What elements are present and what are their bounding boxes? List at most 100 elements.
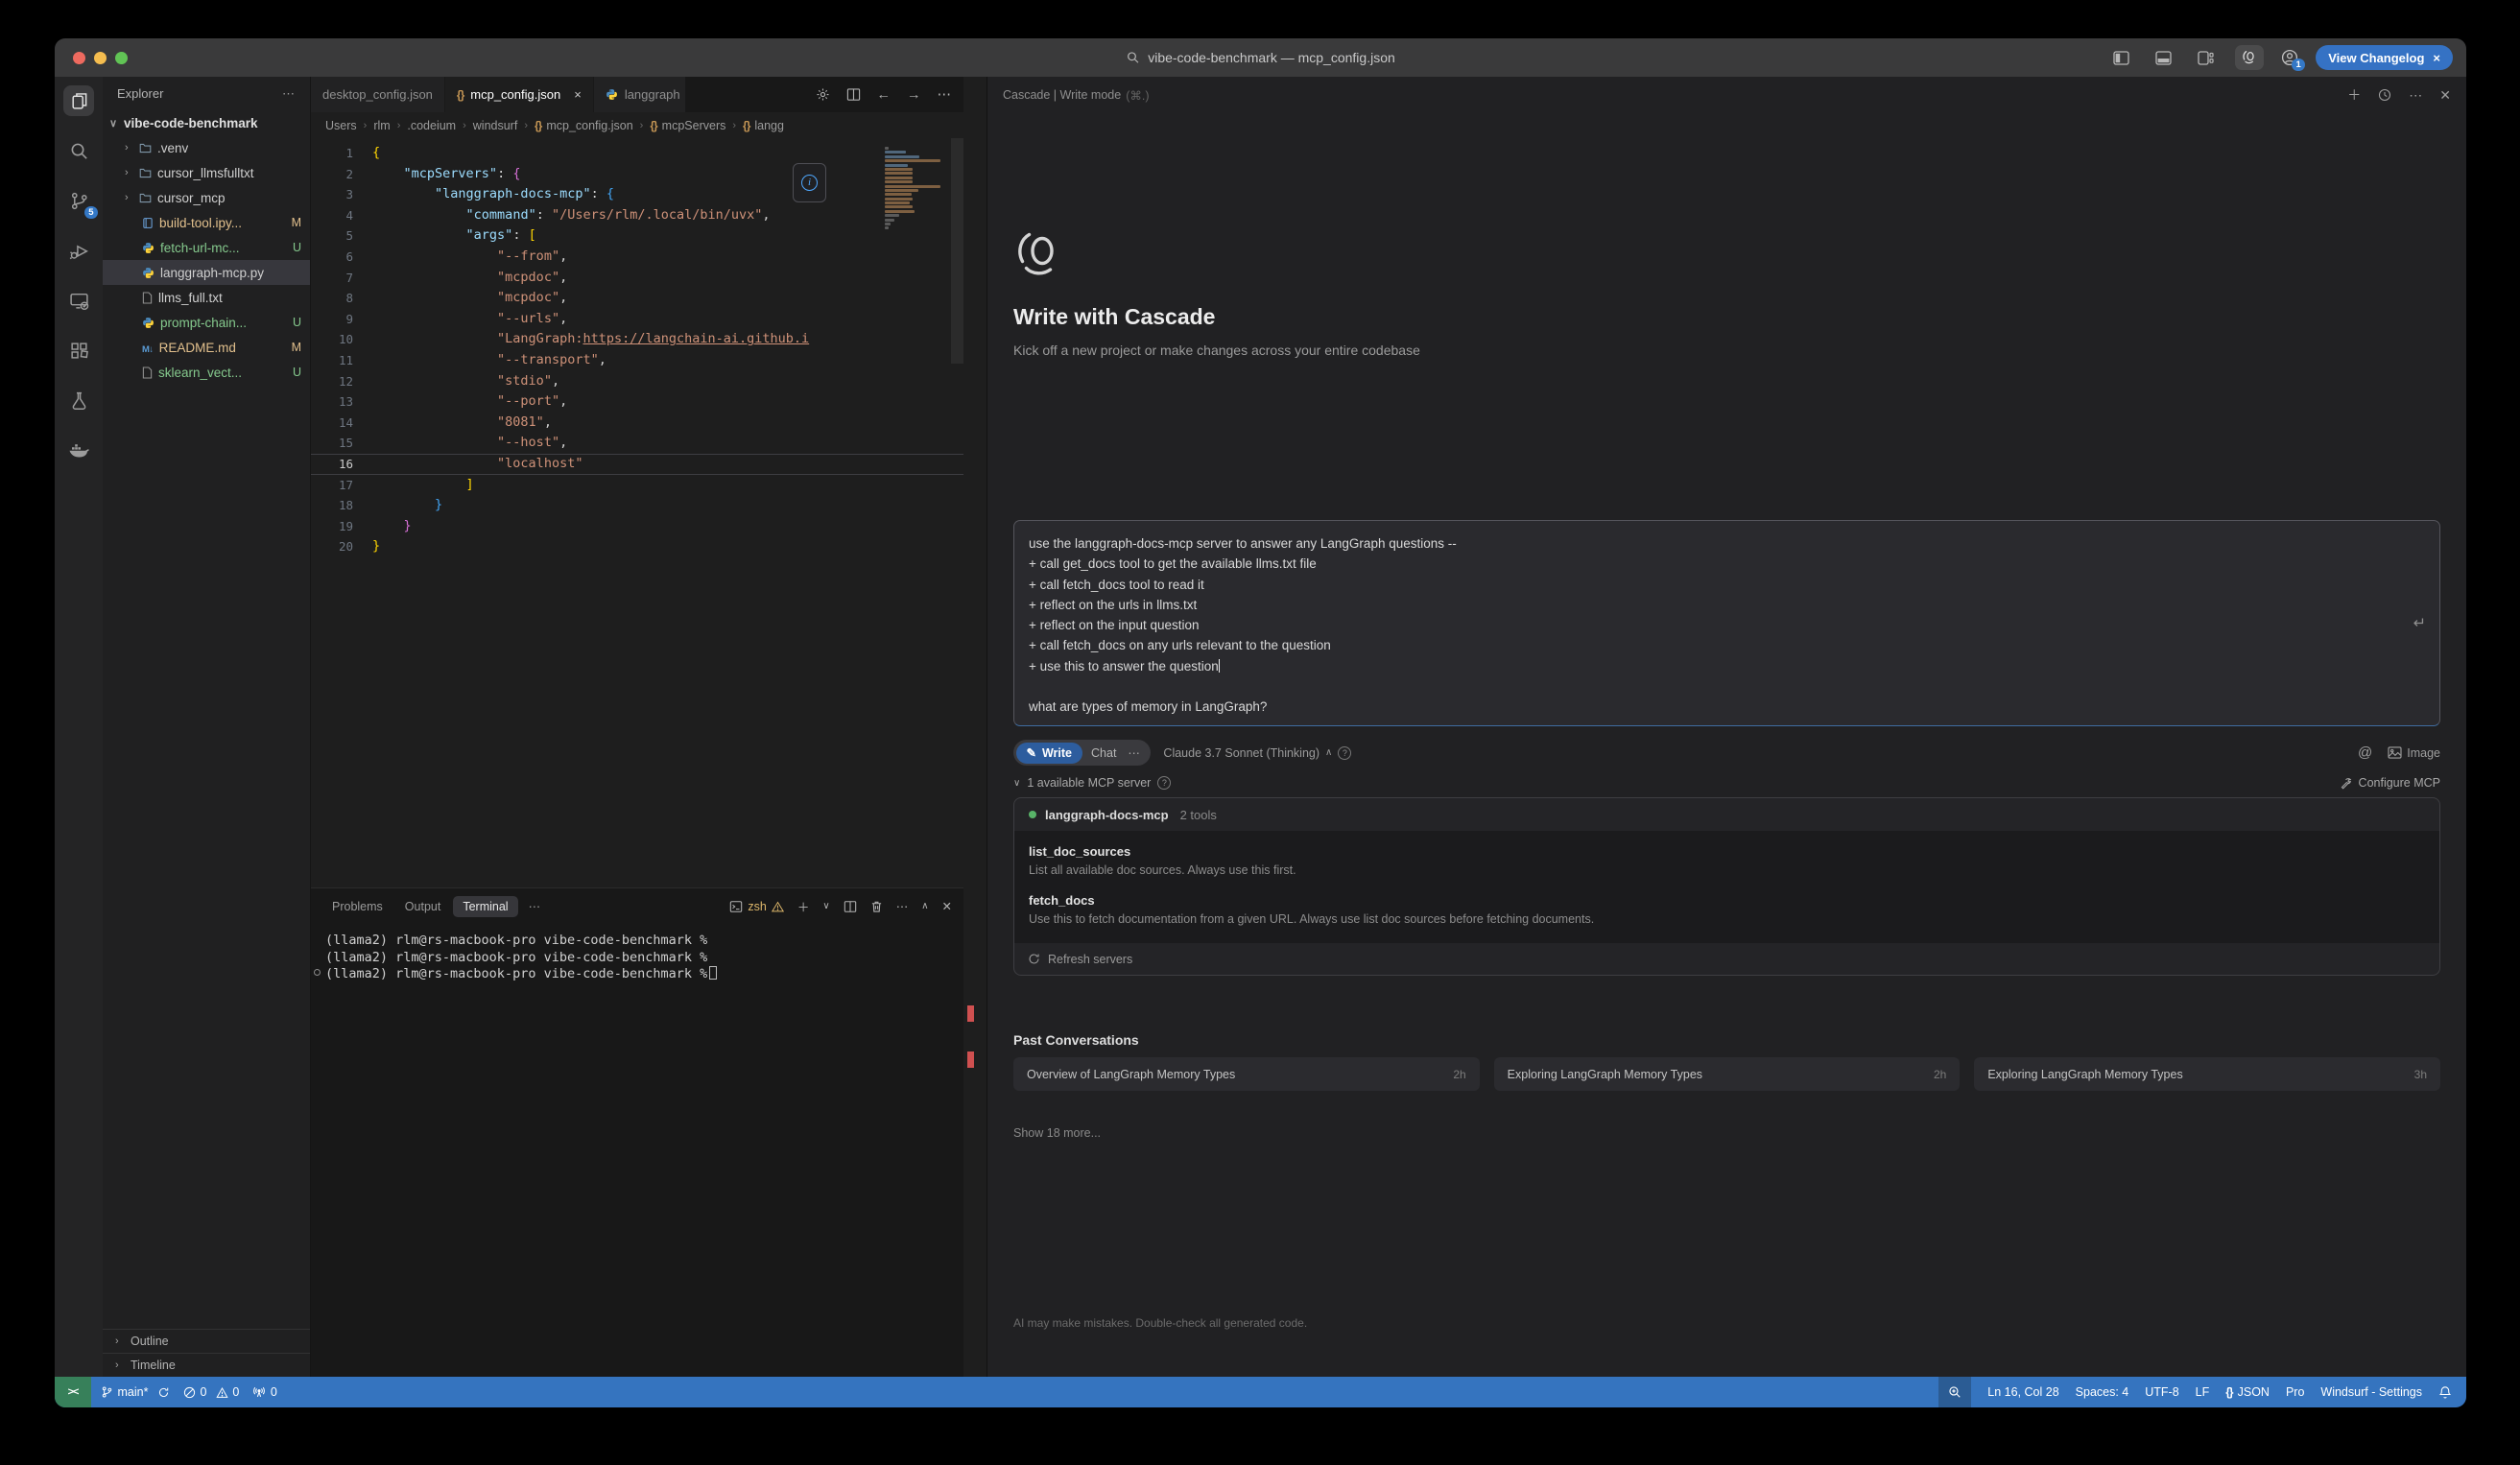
past-conversation-card[interactable]: Exploring LangGraph Memory Types2h	[1494, 1057, 1961, 1091]
tree-item[interactable]: ›cursor_mcp	[103, 185, 310, 210]
close-icon[interactable]: ×	[574, 87, 582, 102]
tab-desktop-config[interactable]: desktop_config.json	[311, 77, 445, 112]
tab-problems[interactable]: Problems	[322, 896, 392, 917]
breadcrumb-item[interactable]: rlm	[373, 119, 390, 132]
encoding[interactable]: UTF-8	[2145, 1385, 2178, 1399]
windsurf-icon[interactable]	[2235, 45, 2264, 70]
history-icon[interactable]	[2378, 88, 2391, 102]
mcp-summary[interactable]: 1 available MCP server	[1027, 776, 1151, 790]
inline-info-widget[interactable]: i	[793, 163, 826, 202]
breadcrumb-item[interactable]: {}langg	[743, 119, 784, 132]
tree-item[interactable]: build-tool.ipy...M	[103, 210, 310, 235]
past-conversation-card[interactable]: Overview of LangGraph Memory Types2h	[1013, 1057, 1480, 1091]
tab-mcp-config[interactable]: {} mcp_config.json ×	[445, 77, 594, 112]
split-terminal-icon[interactable]	[844, 900, 857, 913]
breadcrumb-item[interactable]: {}mcp_config.json	[535, 119, 633, 132]
tab-langgraph[interactable]: langgraph	[594, 77, 686, 112]
run-debug-icon[interactable]	[63, 235, 94, 266]
layout-sidebar-icon[interactable]	[2108, 47, 2133, 68]
sidebar-section-timeline[interactable]: › Timeline	[103, 1353, 310, 1377]
mcp-server-row[interactable]: langgraph-docs-mcp 2 tools	[1014, 798, 2439, 831]
minimize-window-button[interactable]	[94, 52, 107, 64]
more-actions-icon[interactable]: ⋯	[938, 87, 952, 103]
model-selector[interactable]: Claude 3.7 Sonnet (Thinking) ∧ ?	[1163, 746, 1351, 760]
panel-divider[interactable]	[963, 77, 987, 1377]
breadcrumb[interactable]: Users›rlm›.codeium›windsurf›{}mcp_config…	[311, 112, 963, 138]
layout-grid-icon[interactable]	[2193, 47, 2218, 68]
tree-item[interactable]: ›.venv	[103, 135, 310, 160]
testing-icon[interactable]	[63, 385, 94, 415]
more-actions-icon[interactable]: ⋯	[2409, 87, 2422, 104]
sidebar-section-outline[interactable]: › Outline	[103, 1329, 310, 1353]
refresh-servers-button[interactable]: Refresh servers	[1014, 943, 2439, 975]
search-icon[interactable]	[63, 135, 94, 166]
breadcrumb-item[interactable]: Users	[325, 119, 357, 132]
tree-item[interactable]: fetch-url-mc...U	[103, 235, 310, 260]
view-changelog-button[interactable]: View Changelog ×	[2316, 45, 2453, 70]
tree-item[interactable]: sklearn_vect...U	[103, 360, 310, 385]
new-terminal-icon[interactable]: ＋	[797, 897, 810, 915]
windsurf-settings[interactable]: Windsurf - Settings	[2320, 1385, 2422, 1399]
git-branch-item[interactable]: main*	[101, 1385, 170, 1399]
tree-item[interactable]: llms_full.txt	[103, 285, 310, 310]
show-more-link[interactable]: Show 18 more...	[1013, 1126, 1101, 1140]
ports-item[interactable]: 0	[252, 1385, 276, 1399]
docker-icon[interactable]	[63, 435, 94, 465]
panel-more-icon[interactable]: ⋯	[521, 899, 549, 913]
cascade-prompt-input[interactable]: use the langgraph-docs-mcp server to ans…	[1013, 520, 2440, 726]
eol[interactable]: LF	[2196, 1385, 2210, 1399]
tree-root[interactable]: ∨ vibe-code-benchmark	[103, 110, 310, 135]
cursor-position[interactable]: Ln 16, Col 28	[1987, 1385, 2058, 1399]
chevron-down-icon[interactable]: ∨	[1013, 778, 1020, 789]
mode-write-button[interactable]: ✎ Write	[1016, 743, 1083, 764]
editor-scrollbar[interactable]	[951, 138, 963, 364]
close-panel-icon[interactable]: ✕	[942, 899, 952, 913]
explorer-icon[interactable]	[63, 85, 94, 116]
more-actions-icon[interactable]: ⋯	[896, 899, 909, 913]
tab-output[interactable]: Output	[395, 896, 451, 917]
breadcrumb-item[interactable]: .codeium	[407, 119, 456, 132]
tree-item[interactable]: M↓README.mdM	[103, 335, 310, 360]
mode-chat-button[interactable]: Chat	[1082, 746, 1125, 760]
indentation[interactable]: Spaces: 4	[2076, 1385, 2129, 1399]
chevron-down-icon[interactable]: ∨	[822, 901, 829, 911]
plan-badge[interactable]: Pro	[2286, 1385, 2304, 1399]
breadcrumb-item[interactable]: {}mcpServers	[650, 119, 725, 132]
help-icon[interactable]: ?	[1157, 776, 1171, 790]
tree-item[interactable]: prompt-chain...U	[103, 310, 310, 335]
tree-item[interactable]: langgraph-mcp.py	[103, 260, 310, 285]
chevron-up-icon[interactable]: ∧	[921, 901, 928, 911]
maximize-window-button[interactable]	[115, 52, 128, 64]
window-title-search[interactable]: vibe-code-benchmark — mcp_config.json	[1126, 50, 1395, 65]
configure-mcp-button[interactable]: Configure MCP	[2340, 776, 2440, 790]
zoom-indicator[interactable]	[1938, 1377, 1971, 1407]
gear-icon[interactable]	[816, 87, 830, 102]
language-mode[interactable]: {} JSON	[2225, 1385, 2270, 1399]
bell-icon[interactable]	[2438, 1385, 2452, 1400]
breadcrumb-item[interactable]: windsurf	[473, 119, 518, 132]
terminal-output[interactable]: (llama2) rlm@rs-macbook-pro vibe-code-be…	[311, 924, 963, 983]
close-icon[interactable]: ×	[2433, 51, 2440, 65]
mention-icon[interactable]: @	[2358, 744, 2372, 761]
layout-panel-icon[interactable]	[2151, 47, 2175, 68]
problems-item[interactable]: 0 0	[183, 1385, 239, 1399]
shell-indicator[interactable]: zsh	[729, 900, 783, 913]
account-icon[interactable]: 1	[2281, 49, 2298, 66]
split-editor-icon[interactable]	[846, 87, 861, 102]
trash-icon[interactable]	[870, 900, 883, 913]
remote-explorer-icon[interactable]	[63, 285, 94, 316]
mode-more-icon[interactable]: ⋯	[1125, 745, 1149, 760]
tab-terminal[interactable]: Terminal	[453, 896, 517, 917]
attach-image-button[interactable]: Image	[2388, 746, 2440, 760]
go-back-icon[interactable]: ←	[877, 87, 892, 103]
new-conversation-icon[interactable]: ＋	[2347, 85, 2361, 105]
code-editor[interactable]: 1{2 "mcpServers": {3 "langgraph-docs-mcp…	[311, 138, 963, 887]
explorer-more-icon[interactable]: ⋯	[282, 86, 296, 102]
minimap[interactable]	[885, 147, 940, 231]
go-forward-icon[interactable]: →	[907, 87, 921, 103]
tree-item[interactable]: ›cursor_llmsfulltxt	[103, 160, 310, 185]
source-control-icon[interactable]: 5	[63, 185, 94, 216]
close-window-button[interactable]	[73, 52, 85, 64]
close-panel-icon[interactable]: ✕	[2439, 87, 2451, 104]
extensions-icon[interactable]	[63, 335, 94, 366]
